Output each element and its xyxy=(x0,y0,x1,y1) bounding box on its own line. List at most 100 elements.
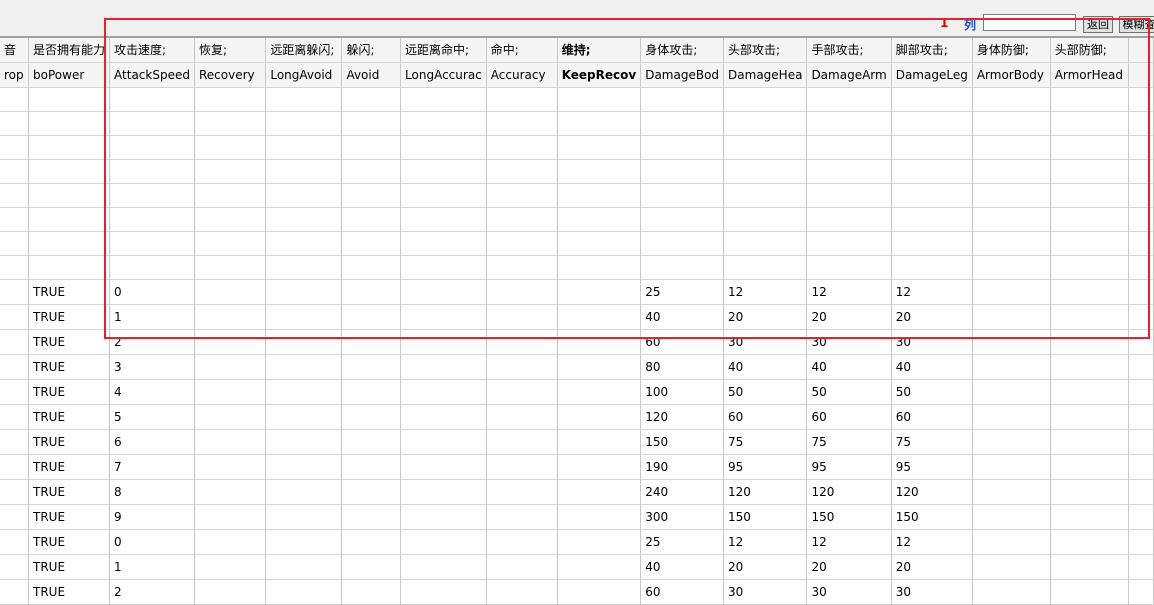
table-cell[interactable] xyxy=(0,183,30,208)
table-cell[interactable] xyxy=(400,504,487,530)
table-cell[interactable] xyxy=(265,279,343,305)
table-cell[interactable] xyxy=(400,579,487,605)
table-cell[interactable]: 2 xyxy=(109,329,195,355)
table-cell[interactable]: 80 xyxy=(640,354,725,380)
column-header-field[interactable]: rop xyxy=(0,62,30,88)
table-cell[interactable] xyxy=(891,255,973,280)
table-cell[interactable] xyxy=(341,111,402,136)
table-cell[interactable] xyxy=(1128,329,1154,355)
table-cell[interactable] xyxy=(1050,454,1130,480)
column-header-field[interactable]: DamageBod xyxy=(640,62,725,88)
table-cell[interactable] xyxy=(28,183,111,208)
table-cell[interactable]: 150 xyxy=(806,504,892,530)
table-cell[interactable] xyxy=(557,255,642,280)
column-header-field[interactable]: Avoid xyxy=(341,62,402,88)
table-cell[interactable] xyxy=(972,135,1051,160)
table-cell[interactable] xyxy=(557,529,642,555)
table-cell[interactable] xyxy=(806,135,892,160)
column-header-cn[interactable]: 远距离躲闪; xyxy=(265,38,343,63)
table-cell[interactable]: 120 xyxy=(806,479,892,505)
table-cell[interactable] xyxy=(806,183,892,208)
table-cell[interactable] xyxy=(341,231,402,256)
table-cell[interactable] xyxy=(341,207,402,232)
table-cell[interactable] xyxy=(1050,159,1130,184)
table-cell[interactable] xyxy=(109,255,195,280)
table-cell[interactable] xyxy=(972,354,1051,380)
table-cell[interactable] xyxy=(557,404,642,430)
table-cell[interactable] xyxy=(1128,529,1154,555)
table-cell[interactable] xyxy=(0,504,30,530)
table-cell[interactable]: TRUE xyxy=(28,429,111,455)
search-input[interactable] xyxy=(983,14,1076,31)
table-cell[interactable] xyxy=(400,479,487,505)
table-cell[interactable] xyxy=(0,404,30,430)
table-cell[interactable]: TRUE xyxy=(28,504,111,530)
table-cell[interactable] xyxy=(1050,554,1130,580)
table-cell[interactable] xyxy=(0,329,30,355)
table-cell[interactable] xyxy=(486,479,558,505)
table-cell[interactable] xyxy=(341,183,402,208)
table-cell[interactable] xyxy=(723,207,808,232)
table-cell[interactable] xyxy=(194,111,267,136)
table-cell[interactable] xyxy=(1128,429,1154,455)
table-cell[interactable] xyxy=(972,379,1051,405)
table-cell[interactable]: 40 xyxy=(640,304,725,330)
table-cell[interactable] xyxy=(400,207,487,232)
table-cell[interactable] xyxy=(972,454,1051,480)
table-cell[interactable] xyxy=(486,111,558,136)
table-cell[interactable] xyxy=(972,111,1051,136)
table-cell[interactable] xyxy=(806,159,892,184)
table-cell[interactable] xyxy=(891,87,973,112)
table-cell[interactable] xyxy=(972,529,1051,555)
table-cell[interactable] xyxy=(265,183,343,208)
table-cell[interactable] xyxy=(28,255,111,280)
table-cell[interactable] xyxy=(486,304,558,330)
table-cell[interactable] xyxy=(341,379,402,405)
table-cell[interactable] xyxy=(557,183,642,208)
table-cell[interactable]: 4 xyxy=(109,379,195,405)
table-cell[interactable] xyxy=(194,404,267,430)
table-cell[interactable] xyxy=(265,554,343,580)
table-cell[interactable] xyxy=(723,183,808,208)
table-cell[interactable] xyxy=(194,255,267,280)
column-header-cn[interactable]: 是否拥有能力 xyxy=(28,38,111,63)
table-cell[interactable] xyxy=(109,159,195,184)
table-cell[interactable]: 120 xyxy=(640,404,725,430)
table-cell[interactable]: 120 xyxy=(891,479,973,505)
table-cell[interactable] xyxy=(640,159,725,184)
table-cell[interactable] xyxy=(341,304,402,330)
table-cell[interactable] xyxy=(194,87,267,112)
table-cell[interactable] xyxy=(1050,504,1130,530)
table-cell[interactable] xyxy=(265,231,343,256)
table-cell[interactable] xyxy=(265,354,343,380)
table-cell[interactable] xyxy=(0,111,30,136)
column-header-cn[interactable]: 攻击速度; xyxy=(109,38,195,63)
table-cell[interactable] xyxy=(1050,135,1130,160)
table-cell[interactable] xyxy=(891,231,973,256)
column-header-cn[interactable]: 音 xyxy=(0,38,30,63)
table-cell[interactable] xyxy=(194,554,267,580)
table-cell[interactable]: 150 xyxy=(723,504,808,530)
table-cell[interactable]: 40 xyxy=(723,354,808,380)
table-cell[interactable] xyxy=(194,429,267,455)
table-cell[interactable] xyxy=(341,479,402,505)
table-cell[interactable] xyxy=(486,579,558,605)
table-cell[interactable] xyxy=(1128,183,1154,208)
table-cell[interactable] xyxy=(194,135,267,160)
table-cell[interactable] xyxy=(1050,404,1130,430)
table-cell[interactable] xyxy=(557,304,642,330)
table-cell[interactable] xyxy=(972,279,1051,305)
table-cell[interactable]: 30 xyxy=(723,579,808,605)
table-cell[interactable] xyxy=(265,87,343,112)
table-cell[interactable] xyxy=(0,379,30,405)
table-cell[interactable] xyxy=(400,231,487,256)
table-cell[interactable] xyxy=(194,231,267,256)
table-cell[interactable] xyxy=(1050,255,1130,280)
table-cell[interactable] xyxy=(723,231,808,256)
table-cell[interactable] xyxy=(400,454,487,480)
table-cell[interactable]: 1 xyxy=(109,554,195,580)
table-cell[interactable] xyxy=(640,87,725,112)
table-cell[interactable] xyxy=(557,87,642,112)
column-header-field[interactable]: AttackSpeed xyxy=(109,62,195,88)
table-cell[interactable]: 60 xyxy=(891,404,973,430)
